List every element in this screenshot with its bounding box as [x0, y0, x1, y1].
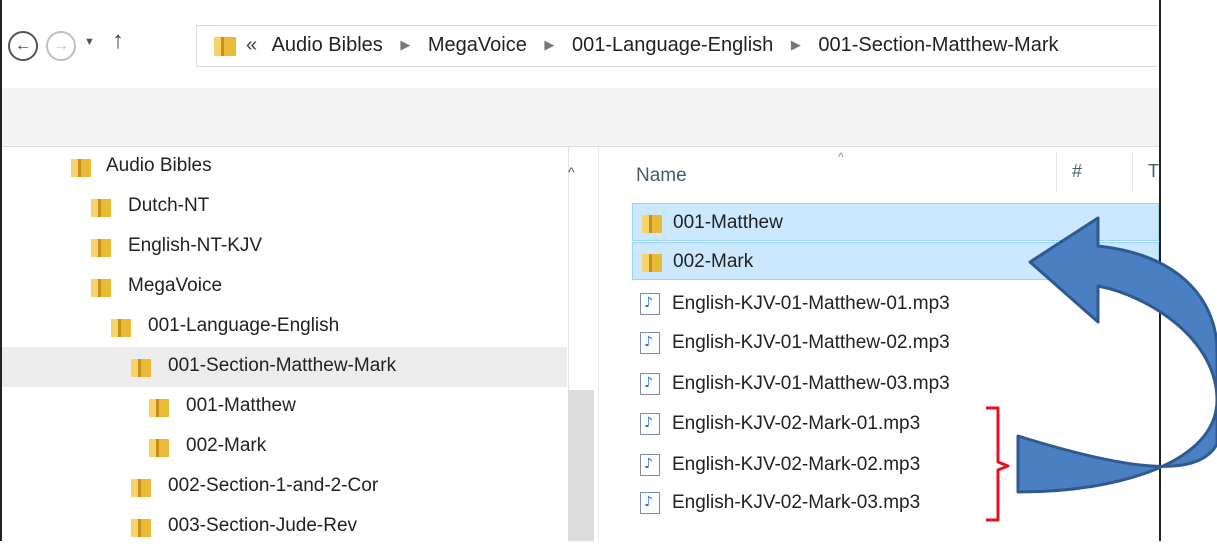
red-bracket-icon [986, 406, 1010, 522]
curved-arrow-icon [1016, 216, 1217, 494]
explorer-window: ← → ▼ ↑ « Audio Bibles ▶ MegaVoice ▶ 001… [0, 0, 1217, 541]
annotation-overlay [986, 216, 1217, 522]
